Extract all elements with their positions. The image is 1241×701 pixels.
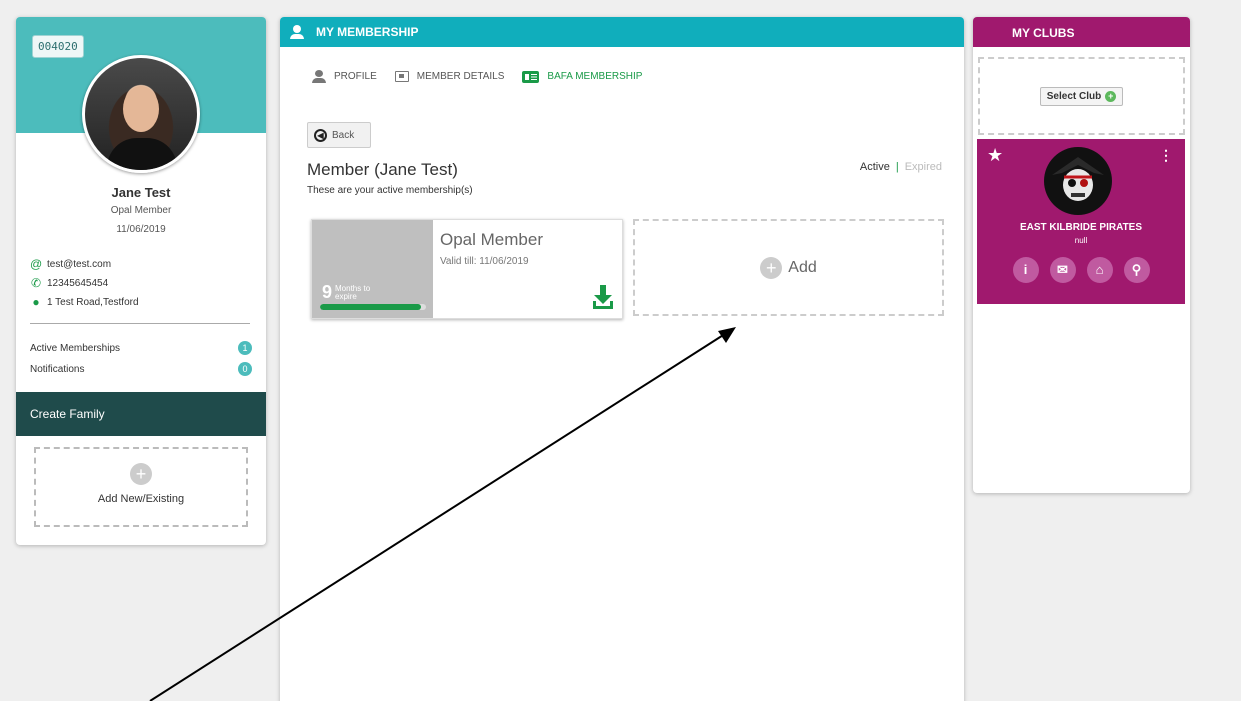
valid-till: Valid till: 11/06/2019 xyxy=(440,256,529,267)
plus-icon: + xyxy=(1105,90,1117,102)
address-text: 1 Test Road,Testford xyxy=(47,296,139,308)
expiry-progress-bar xyxy=(320,304,426,310)
member-id-badge: 004020 xyxy=(32,35,84,58)
select-club-button[interactable]: Select Club + xyxy=(1039,86,1124,106)
membership-panel: MY MEMBERSHIP PROFILE MEMBER DETAILS BAF… xyxy=(280,17,964,701)
membership-header-title: MY MEMBERSHIP xyxy=(316,25,419,39)
plus-icon: + xyxy=(130,463,152,485)
status-filter: Active | Expired xyxy=(860,161,942,173)
tab-label: MEMBER DETAILS xyxy=(416,71,505,82)
more-options-icon[interactable]: ⋮ xyxy=(1159,147,1173,164)
user-icon xyxy=(312,70,326,83)
back-label: Back xyxy=(332,129,355,141)
download-icon[interactable] xyxy=(592,284,614,310)
page-title: Member (Jane Test) xyxy=(307,160,458,179)
email-row: @ test@test.com xyxy=(30,257,111,271)
location-icon[interactable]: ⚲ xyxy=(1123,257,1150,283)
user-icon xyxy=(290,25,304,39)
add-label: Add xyxy=(788,258,817,276)
add-family-member-button[interactable]: + Add New/Existing xyxy=(34,447,248,527)
filter-active-link[interactable]: Active xyxy=(860,161,890,173)
tab-profile[interactable]: PROFILE xyxy=(312,70,377,83)
divider xyxy=(30,323,250,324)
stat-notifications[interactable]: Notifications 0 xyxy=(30,362,252,376)
club-logo xyxy=(1044,147,1112,215)
star-icon[interactable]: ★ xyxy=(987,145,1003,166)
profile-name: Jane Test xyxy=(111,185,171,200)
map-pin-icon: ● xyxy=(32,295,40,309)
club-subtitle: null xyxy=(1074,236,1088,245)
select-club-area: Select Club + xyxy=(978,57,1185,135)
plus-icon: + xyxy=(760,256,783,279)
phone-row: ✆ 12345645454 xyxy=(30,276,108,290)
months-text-2: expire xyxy=(335,291,357,301)
add-membership-button[interactable]: + Add xyxy=(633,219,944,316)
profile-member-type: Opal Member xyxy=(110,205,172,216)
months-to-expire: 9 Months to expire xyxy=(322,282,370,303)
arrow-left-icon: ◀ xyxy=(314,128,327,142)
avatar[interactable] xyxy=(82,55,200,173)
id-card-icon xyxy=(394,71,409,82)
mail-icon[interactable]: ✉ xyxy=(1049,257,1076,283)
months-number: 9 xyxy=(322,282,333,302)
club-card[interactable]: ★ ⋮ EAST KILBRIDE PIRATES null i ✉ ⌂ ⚲ xyxy=(977,139,1185,304)
progress-fill xyxy=(320,304,421,310)
stat-label: Notifications xyxy=(30,363,85,375)
email-text: test@test.com xyxy=(47,258,112,270)
filter-expired-link[interactable]: Expired xyxy=(905,161,942,173)
add-existing-label: Add New/Existing xyxy=(97,493,185,505)
bafa-card-icon xyxy=(522,70,540,83)
back-button[interactable]: ◀ Back xyxy=(307,122,371,148)
create-family-header: Create Family xyxy=(16,392,266,436)
tab-member-details[interactable]: MEMBER DETAILS xyxy=(394,70,505,83)
profile-panel: 004020 Jane Test Opal Member 11/06/2019 … xyxy=(16,17,266,545)
stat-label: Active Memberships xyxy=(30,342,121,354)
tab-label: PROFILE xyxy=(334,71,377,82)
clubs-header: MY CLUBS xyxy=(973,17,1190,47)
select-club-label: Select Club xyxy=(1046,90,1102,102)
page-subtitle: These are your active membership(s) xyxy=(307,185,473,196)
phone-text: 12345645454 xyxy=(47,277,109,289)
membership-name: Opal Member xyxy=(440,230,543,249)
profile-date: 11/06/2019 xyxy=(116,224,166,235)
membership-header: MY MEMBERSHIP xyxy=(280,17,964,47)
filter-separator: | xyxy=(895,161,899,173)
tab-bafa-membership[interactable]: BAFA MEMBERSHIP xyxy=(522,70,642,83)
clubs-panel: MY CLUBS Select Club + ★ ⋮ EAST KILBRIDE… xyxy=(973,17,1190,493)
address-row: ● 1 Test Road,Testford xyxy=(30,295,139,309)
info-icon[interactable]: i xyxy=(1012,257,1039,283)
club-actions: i ✉ ⌂ ⚲ xyxy=(977,257,1185,283)
expiry-block: 9 Months to expire xyxy=(312,220,433,318)
membership-tabs: PROFILE MEMBER DETAILS BAFA MEMBERSHIP xyxy=(312,70,642,83)
at-icon: @ xyxy=(30,257,43,271)
phone-icon: ✆ xyxy=(30,276,42,290)
membership-card[interactable]: 9 Months to expire Opal Member Valid til… xyxy=(311,219,623,319)
club-name: EAST KILBRIDE PIRATES xyxy=(1019,222,1143,233)
count-badge: 1 xyxy=(238,341,252,355)
count-badge: 0 xyxy=(238,362,252,376)
tab-label: BAFA MEMBERSHIP xyxy=(547,71,643,82)
stat-active-memberships[interactable]: Active Memberships 1 xyxy=(30,341,252,355)
home-icon[interactable]: ⌂ xyxy=(1086,257,1113,283)
